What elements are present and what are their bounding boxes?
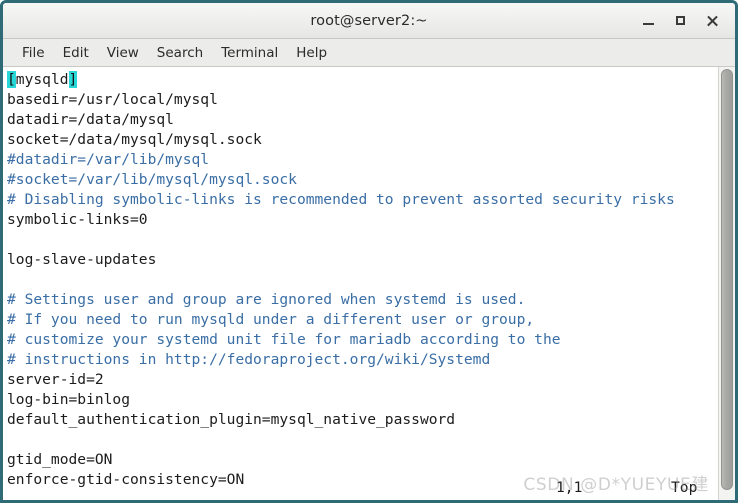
- maximize-button[interactable]: [665, 7, 695, 35]
- terminal-line: #socket=/var/lib/mysql/mysql.sock: [7, 170, 718, 190]
- terminal-line: # If you need to run mysqld under a diff…: [7, 310, 718, 330]
- terminal-line: default_authentication_plugin=mysql_nati…: [7, 410, 718, 430]
- window-controls: [633, 3, 727, 38]
- minimize-icon: [642, 23, 654, 25]
- close-button[interactable]: [697, 7, 727, 35]
- terminal-line: datadir=/data/mysql: [7, 110, 718, 130]
- terminal-line: # customize your systemd unit file for m…: [7, 330, 718, 350]
- terminal-line: socket=/data/mysql/mysql.sock: [7, 130, 718, 150]
- terminal-line: # Settings user and group are ignored wh…: [7, 290, 718, 310]
- terminal-window: root@server2:~ File Edit View Search Ter…: [0, 0, 738, 503]
- terminal-text-area[interactable]: [mysqld] basedir=/usr/local/mysql datadir=…: [3, 67, 718, 500]
- maximize-icon: [675, 16, 685, 25]
- terminal-text-segment: log-slave-updates: [7, 251, 157, 268]
- terminal-text-segment: # Settings user and group are ignored wh…: [7, 291, 526, 308]
- terminal-text-segment: gtid_mode=ON: [7, 451, 113, 468]
- terminal-text-segment: # Disabling symbolic-links is recommende…: [7, 191, 675, 208]
- menu-item-edit[interactable]: Edit: [54, 42, 98, 64]
- terminal-text-segment: [: [7, 71, 16, 88]
- terminal-line: # instructions in http://fedoraproject.o…: [7, 350, 718, 370]
- terminal-text-segment: #datadir=/var/lib/mysql: [7, 151, 210, 168]
- scrollbar-thumb[interactable]: [721, 69, 733, 490]
- terminal-line: server-id=2: [7, 370, 718, 390]
- terminal-text-segment: ]: [68, 71, 78, 88]
- terminal-text-segment: #socket=/var/lib/mysql/mysql.sock: [7, 171, 297, 188]
- vim-status-line: 1,1 Top: [3, 479, 718, 499]
- window-titlebar[interactable]: root@server2:~: [3, 3, 735, 39]
- terminal-line: #datadir=/var/lib/mysql: [7, 150, 718, 170]
- terminal-line: basedir=/usr/local/mysql: [7, 90, 718, 110]
- terminal-text-segment: socket=/data/mysql/mysql.sock: [7, 131, 262, 148]
- menu-item-search[interactable]: Search: [148, 42, 212, 64]
- terminal-text-segment: datadir=/data/mysql: [7, 111, 174, 128]
- vertical-scrollbar[interactable]: [718, 67, 735, 500]
- terminal-line: gtid_mode=ON: [7, 450, 718, 470]
- window-title: root@server2:~: [310, 12, 428, 29]
- scroll-state-indicator: Top: [671, 479, 698, 496]
- terminal-text-segment: mysqld: [15, 71, 69, 88]
- terminal-text-segment: basedir=/usr/local/mysql: [7, 91, 218, 108]
- cursor-position-indicator: 1,1: [556, 479, 583, 496]
- terminal-text-segment: # If you need to run mysqld under a diff…: [7, 311, 535, 328]
- menu-bar: File Edit View Search Terminal Help: [3, 39, 735, 67]
- terminal-line: # Disabling symbolic-links is recommende…: [7, 190, 718, 210]
- terminal-text-segment: # customize your systemd unit file for m…: [7, 331, 561, 348]
- terminal-text-segment: log-bin=binlog: [7, 391, 131, 408]
- menu-item-terminal[interactable]: Terminal: [212, 42, 287, 64]
- terminal-line: log-bin=binlog: [7, 390, 718, 410]
- terminal-text-segment: default_authentication_plugin=mysql_nati…: [7, 411, 456, 428]
- terminal-body: [mysqld] basedir=/usr/local/mysql datadir=…: [3, 67, 735, 500]
- terminal-text-segment: symbolic-links=0: [7, 211, 148, 228]
- menu-item-help[interactable]: Help: [287, 42, 336, 64]
- terminal-line: log-slave-updates: [7, 250, 718, 270]
- menu-item-view[interactable]: View: [98, 42, 148, 64]
- menu-item-file[interactable]: File: [13, 42, 54, 64]
- terminal-line: symbolic-links=0: [7, 210, 718, 230]
- terminal-text-segment: server-id=2: [7, 371, 104, 388]
- close-icon: [706, 15, 718, 27]
- terminal-line: [mysqld]: [7, 70, 718, 90]
- terminal-text-segment: # instructions in http://fedoraproject.o…: [7, 351, 491, 368]
- minimize-button[interactable]: [633, 7, 663, 35]
